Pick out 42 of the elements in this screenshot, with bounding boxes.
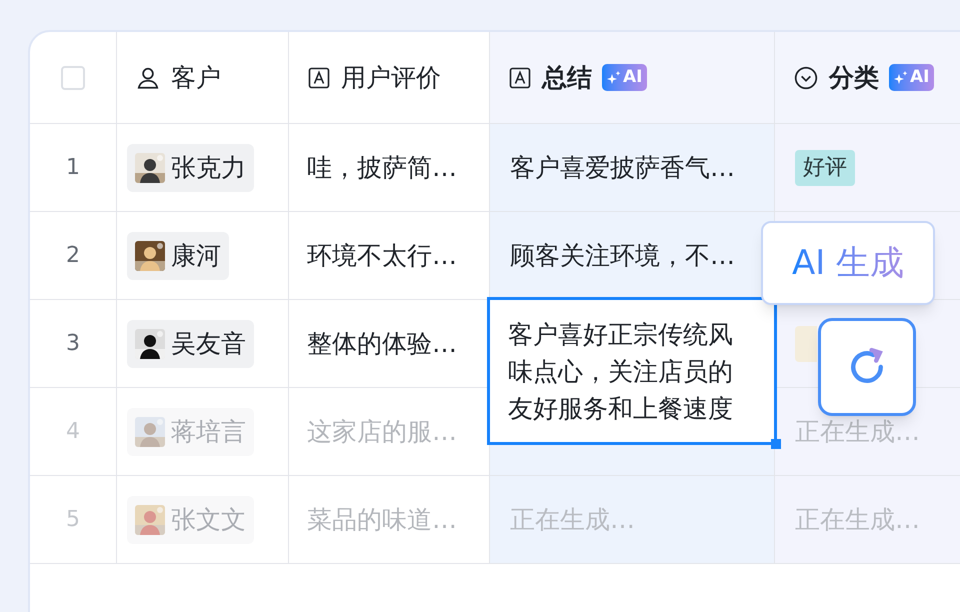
category-tag[interactable]: 好评 (795, 150, 855, 186)
text-field-icon (508, 66, 532, 90)
sparkle-icon (894, 70, 908, 84)
column-title: 客户 (171, 62, 221, 94)
row-number: 1 (66, 154, 80, 182)
summary-text: 客户喜好正宗传统风味点心，关注店员的友好服务和上餐速度 (508, 319, 734, 425)
category-text: 正在生成… (795, 416, 920, 448)
review-text: 环境不太行… (307, 240, 457, 272)
column-title: 总结 (542, 62, 592, 94)
summary-text: 顾客关注环境，不… (510, 240, 735, 272)
column-title: 用户评价 (341, 62, 441, 94)
select-all-checkbox[interactable] (61, 66, 85, 90)
ai-badge: AI (602, 64, 648, 91)
customer-chip[interactable]: 张克力 (127, 144, 254, 192)
customer-name: 吴友音 (171, 328, 246, 360)
category-text: 正在生成… (795, 504, 920, 536)
row-number: 2 (66, 242, 80, 270)
customer-name: 张文文 (171, 504, 246, 536)
column-title: 分类 (829, 62, 879, 94)
ai-badge: AI (889, 64, 934, 91)
refresh-button[interactable] (818, 318, 916, 416)
review-text: 整体的体验… (307, 328, 457, 360)
sparkle-icon (607, 70, 621, 84)
summary-text: 客户喜爱披萨香气… (510, 152, 735, 184)
row-number: 3 (66, 330, 80, 358)
row-number: 5 (66, 506, 80, 534)
review-text: 哇，披萨简… (307, 152, 457, 184)
resize-handle[interactable] (771, 439, 781, 449)
customer-chip[interactable]: 康河 (127, 232, 229, 280)
review-text: 菜品的味道… (307, 504, 457, 536)
category-tag[interactable] (795, 326, 817, 362)
row-number: 4 (66, 418, 80, 446)
column-header[interactable]: 总结 AI (490, 32, 775, 123)
customer-name: 蒋培言 (171, 416, 246, 448)
dropdown-circle-icon (793, 64, 819, 90)
column-header[interactable]: 分类 AI (775, 32, 960, 123)
summary-text: 正在生成… (510, 504, 635, 536)
review-text: 这家店的服… (307, 416, 457, 448)
customer-chip[interactable]: 吴友音 (127, 320, 254, 368)
text-field-icon (307, 66, 331, 90)
customer-name: 康河 (171, 240, 221, 272)
customer-name: 张克力 (171, 152, 246, 184)
